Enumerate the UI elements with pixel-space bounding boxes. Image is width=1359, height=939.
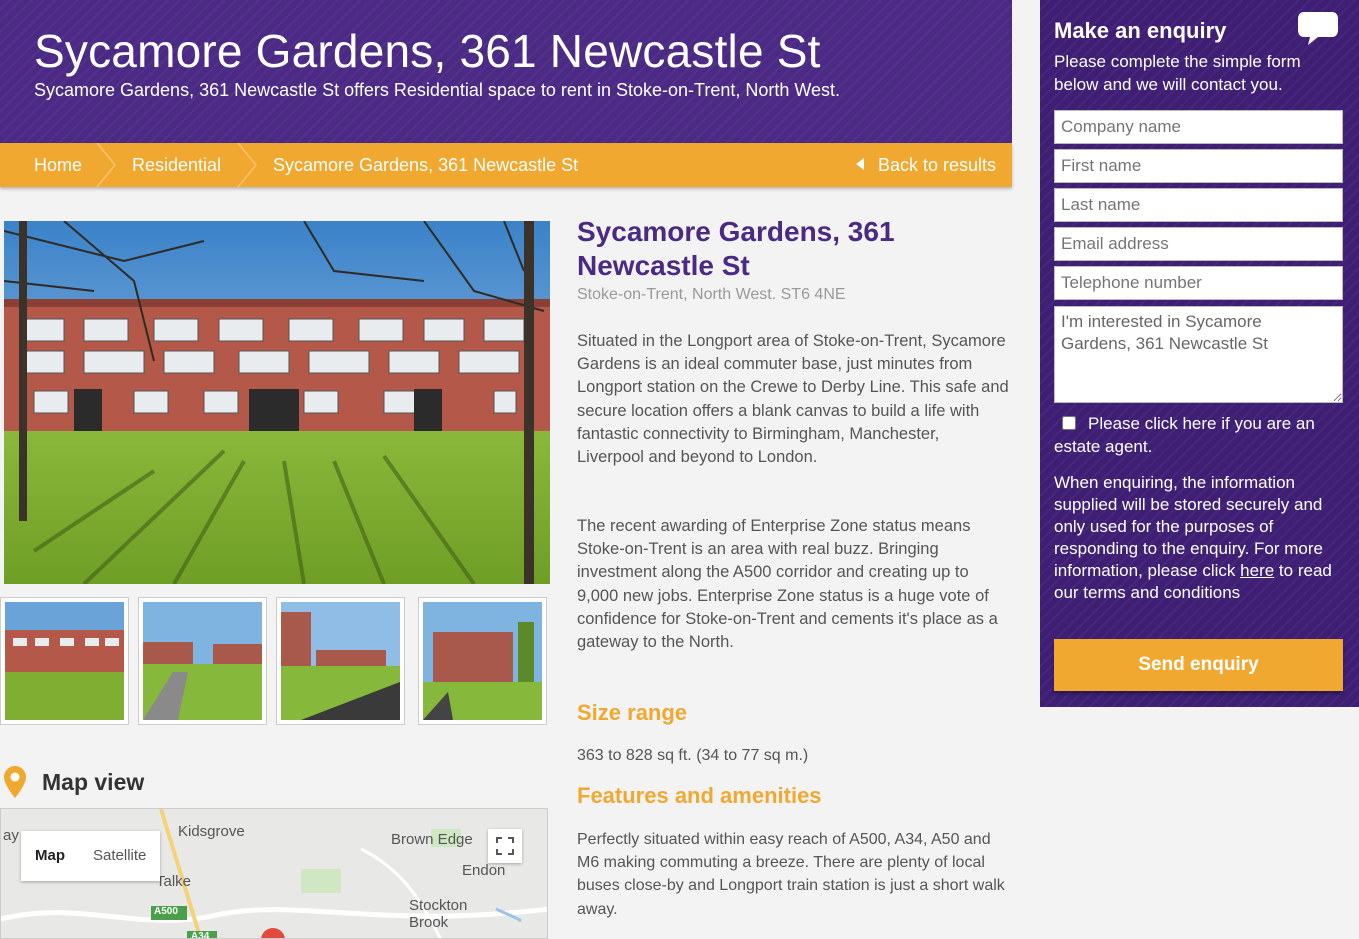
terms-notice: When enquiring, the information supplied… [1054,472,1346,604]
map-type-toggle: Map Satellite [21,831,161,881]
map-pin-icon [4,766,26,798]
send-enquiry-button[interactable]: Send enquiry [1054,639,1343,691]
map-view-heading: Map view [4,762,144,802]
speech-bubble-icon [1298,12,1338,45]
main-property-photo[interactable] [4,221,550,584]
map-type-satellite-button[interactable]: Satellite [79,831,160,881]
company-name-input[interactable] [1054,110,1343,144]
map-widget[interactable]: ay Kidsgrove Brown Edge Endon Talke Stoc… [0,808,548,939]
map-view-title: Map view [42,768,145,795]
gallery-thumbnail[interactable] [138,597,267,725]
map-type-map-button[interactable]: Map [21,831,79,881]
header-banner: Sycamore Gardens, 361 Newcastle St Sycam… [0,0,1012,143]
size-range-heading: Size range [577,700,688,725]
email-input[interactable] [1054,227,1343,261]
estate-agent-label: Please click here if you are an estate a… [1054,414,1315,456]
map-label: ay [3,827,19,844]
fullscreen-icon [496,837,514,855]
breadcrumb-separator [95,143,117,187]
breadcrumb-residential[interactable]: Residential [132,143,221,187]
page-title: Sycamore Gardens, 361 Newcastle St [34,25,821,77]
estate-agent-checkbox[interactable] [1062,416,1076,430]
map-road-a34: A34 [191,931,210,939]
enquiry-panel: Make an enquiry Please complete the simp… [1040,0,1359,707]
map-label-talke: Talke [156,873,192,890]
property-description-1: Situated in the Longport area of Stoke-o… [577,332,1009,467]
map-road-a500: A500 [154,906,178,917]
telephone-input[interactable] [1054,266,1343,300]
gallery-thumbnail[interactable] [276,597,405,725]
last-name-input[interactable] [1054,188,1343,222]
map-label-endon: Endon [462,862,506,879]
back-to-results-link[interactable]: Back to results [855,143,996,187]
property-description-2: The recent awarding of Enterprise Zone s… [577,517,998,652]
gallery-thumbnail[interactable] [0,597,129,725]
gallery-thumbnail[interactable] [418,597,547,725]
size-range-value: 363 to 828 sq ft. (34 to 77 sq m.) [577,747,809,764]
back-to-results-label: Back to results [877,155,996,175]
page: Sycamore Gardens, 361 Newcastle St Sycam… [0,0,1359,939]
estate-agent-row: Please click here if you are an estate a… [1054,412,1349,458]
breadcrumb-separator [236,143,258,187]
terms-link[interactable]: here [1240,561,1274,580]
features-text: Perfectly situated within easy reach of … [577,831,1005,918]
map-label-brown-edge: Brown Edge [391,831,473,848]
first-name-input[interactable] [1054,149,1343,183]
back-arrow-icon [855,158,864,170]
message-textarea[interactable]: I'm interested in Sycamore Gardens, 361 … [1054,306,1343,403]
fullscreen-button[interactable] [488,829,522,863]
features-heading: Features and amenities [577,783,822,808]
enquiry-subtitle: Please complete the simple form below an… [1054,52,1301,94]
map-label-kidsgrove: Kidsgrove [178,823,245,840]
property-location: Stoke-on-Trent, North West. ST6 4NE [577,286,846,303]
breadcrumb-current: Sycamore Gardens, 361 Newcastle St [273,155,579,175]
property-title: Sycamore Gardens, 361 Newcastle St [577,216,895,281]
map-label-stockton-brook: Stockton Brook [409,897,468,931]
breadcrumb-home[interactable]: Home [34,143,82,187]
page-subtitle: Sycamore Gardens, 361 Newcastle St offer… [34,80,841,100]
enquiry-title: Make an enquiry [1054,18,1227,43]
breadcrumb: Home Residential Sycamore Gardens, 361 N… [0,143,1012,187]
